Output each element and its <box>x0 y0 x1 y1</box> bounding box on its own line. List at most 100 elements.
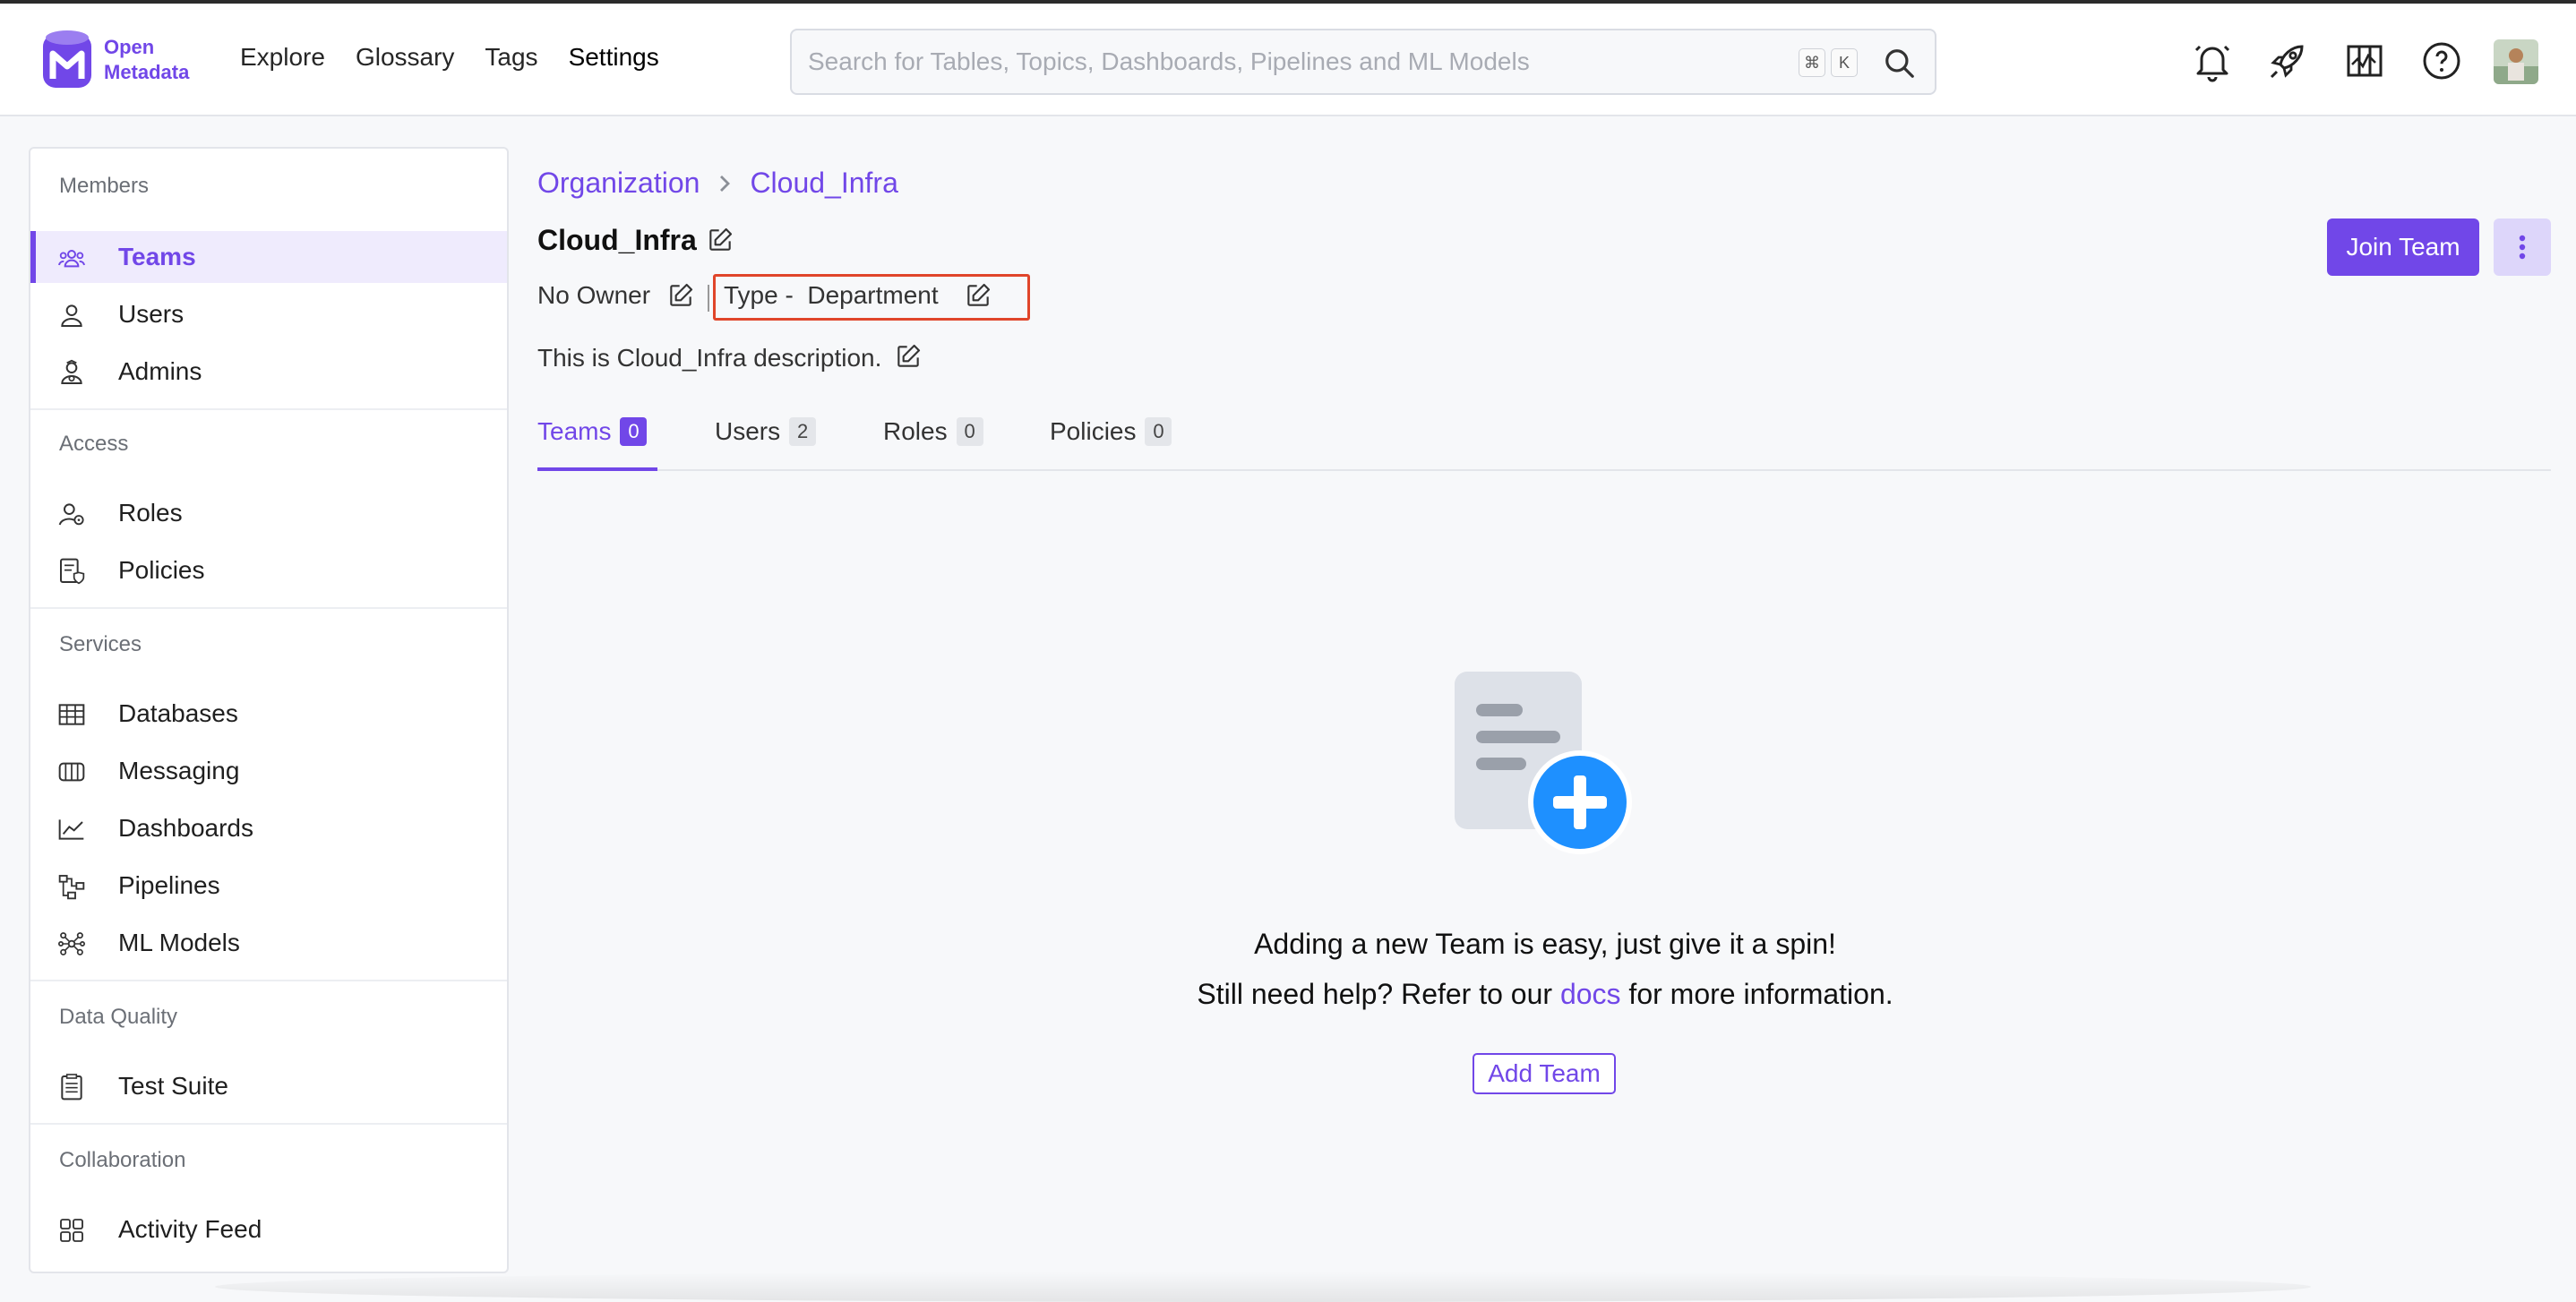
team-description: This is Cloud_Infra description. <box>537 344 882 372</box>
user-avatar[interactable] <box>2494 39 2538 84</box>
tab-count-badge: 0 <box>620 417 648 446</box>
sidebar-item-ml-models[interactable]: ML Models <box>30 917 507 969</box>
tab-label: Teams <box>537 417 612 445</box>
database-icon <box>58 704 85 725</box>
logo-icon <box>43 30 91 88</box>
nav-settings[interactable]: Settings <box>569 43 659 72</box>
main-nav: Explore Glossary Tags Settings <box>240 43 659 72</box>
team-tabs: Teams 0 Users 2 Roles 0 Policies 0 <box>537 412 2551 471</box>
sidebar-item-teams[interactable]: Teams <box>30 231 507 283</box>
add-team-button[interactable]: Add Team <box>1473 1053 1616 1094</box>
policies-icon <box>60 558 85 585</box>
empty-state-help: Still need help? Refer to our docs for m… <box>896 978 2194 1011</box>
help-icon[interactable] <box>2420 39 2463 82</box>
page-title: Cloud_Infra <box>537 224 697 256</box>
section-title-services: Services <box>59 632 142 656</box>
sidebar-item-label: Databases <box>118 699 238 727</box>
dashboard-icon <box>58 819 84 840</box>
active-tab-indicator <box>537 467 657 471</box>
edit-description-icon[interactable] <box>894 342 923 371</box>
section-title-access: Access <box>59 432 129 456</box>
avatar-image-icon <box>2494 39 2538 84</box>
admin-icon <box>61 359 82 384</box>
tab-label: Policies <box>1050 417 1137 445</box>
roles-icon <box>58 503 84 526</box>
breadcrumb-organization[interactable]: Organization <box>537 167 700 200</box>
window-bottom-shadow <box>215 1272 2311 1302</box>
sidebar-item-activity-feed[interactable]: Activity Feed <box>30 1203 507 1255</box>
sidebar-item-messaging[interactable]: Messaging <box>30 745 507 797</box>
add-placeholder-illustration-icon <box>1455 672 1632 854</box>
openmetadata-logo[interactable]: Open Metadata <box>39 25 210 95</box>
activity-feed-icon <box>60 1219 83 1242</box>
sidebar-item-test-suite[interactable]: Test Suite <box>30 1060 507 1112</box>
kebab-menu-icon <box>2519 235 2526 260</box>
sidebar-divider <box>30 408 507 410</box>
tab-count-badge: 0 <box>1145 417 1172 446</box>
sidebar-item-label: Admins <box>118 357 202 385</box>
docs-link[interactable]: docs <box>1560 978 1621 1010</box>
teams-icon <box>58 250 85 268</box>
section-title-data-quality: Data Quality <box>59 1005 178 1029</box>
cmd-key-hint: ⌘ <box>1799 48 1825 77</box>
breadcrumb: Organization Cloud_Infra <box>537 167 898 200</box>
tab-label: Users <box>715 417 781 445</box>
bell-icon[interactable] <box>2191 39 2234 82</box>
edit-type-icon[interactable] <box>964 281 992 310</box>
sidebar-item-label: Teams <box>118 243 196 270</box>
logo-line-1: Open <box>104 36 155 58</box>
rocket-icon[interactable] <box>2266 39 2309 82</box>
logo-text: Open Metadata <box>104 35 189 85</box>
team-type-label: Type - Department <box>724 281 939 309</box>
owner-label: No Owner <box>537 281 651 309</box>
nav-tags[interactable]: Tags <box>485 43 537 72</box>
sidebar-item-label: Messaging <box>118 757 240 784</box>
sidebar-item-dashboards[interactable]: Dashboards <box>30 802 507 854</box>
edit-owner-icon[interactable] <box>666 281 695 310</box>
sidebar-item-label: Activity Feed <box>118 1215 262 1243</box>
separator <box>708 285 709 312</box>
k-key-hint: K <box>1831 48 1858 77</box>
tab-teams[interactable]: Teams 0 <box>537 417 648 446</box>
tab-roles[interactable]: Roles 0 <box>883 417 983 446</box>
sidebar-divider <box>30 607 507 609</box>
help-text-after: for more information. <box>1620 978 1893 1010</box>
help-text-before: Still need help? Refer to our <box>1197 978 1560 1010</box>
sidebar-item-label: ML Models <box>118 929 240 956</box>
more-options-button[interactable] <box>2494 218 2551 276</box>
sidebar-item-admins[interactable]: Admins <box>30 346 507 398</box>
join-team-button[interactable]: Join Team <box>2327 218 2479 276</box>
tab-users[interactable]: Users 2 <box>715 417 817 446</box>
tab-count-badge: 0 <box>956 417 983 446</box>
sidebar-item-label: Pipelines <box>118 871 220 899</box>
sidebar-item-pipelines[interactable]: Pipelines <box>30 860 507 912</box>
sidebar-item-label: Policies <box>118 556 205 584</box>
tab-label: Roles <box>883 417 948 445</box>
sidebar-item-roles[interactable]: Roles <box>30 487 507 539</box>
pipeline-icon <box>58 875 85 900</box>
sidebar-item-databases[interactable]: Databases <box>30 688 507 740</box>
user-icon <box>61 304 82 327</box>
sidebar-divider <box>30 980 507 981</box>
sidebar-item-users[interactable]: Users <box>30 288 507 340</box>
nav-explore[interactable]: Explore <box>240 43 325 72</box>
sidebar-divider <box>30 1123 507 1125</box>
empty-state-title: Adding a new Team is easy, just give it … <box>1254 928 1836 960</box>
ml-model-icon <box>57 932 85 955</box>
messaging-icon <box>58 762 85 782</box>
search-input[interactable] <box>808 43 1775 81</box>
section-title-members: Members <box>59 174 150 198</box>
sidebar-item-label: Dashboards <box>118 814 253 842</box>
global-search: ⌘ K <box>790 29 1936 95</box>
search-icon[interactable] <box>1883 47 1917 81</box>
tab-policies[interactable]: Policies 0 <box>1050 417 1172 446</box>
sidebar-item-label: Users <box>118 300 185 328</box>
nav-glossary[interactable]: Glossary <box>356 43 454 72</box>
test-suite-icon <box>61 1074 82 1101</box>
settings-sidebar: Members Teams Users Admins Access Roles … <box>29 147 509 1273</box>
sidebar-item-policies[interactable]: Policies <box>30 544 507 596</box>
breadcrumb-cloud-infra[interactable]: Cloud_Infra <box>750 167 897 200</box>
edit-name-icon[interactable] <box>706 226 734 254</box>
tour-map-icon[interactable] <box>2343 39 2386 82</box>
chevron-right-icon <box>720 175 731 192</box>
